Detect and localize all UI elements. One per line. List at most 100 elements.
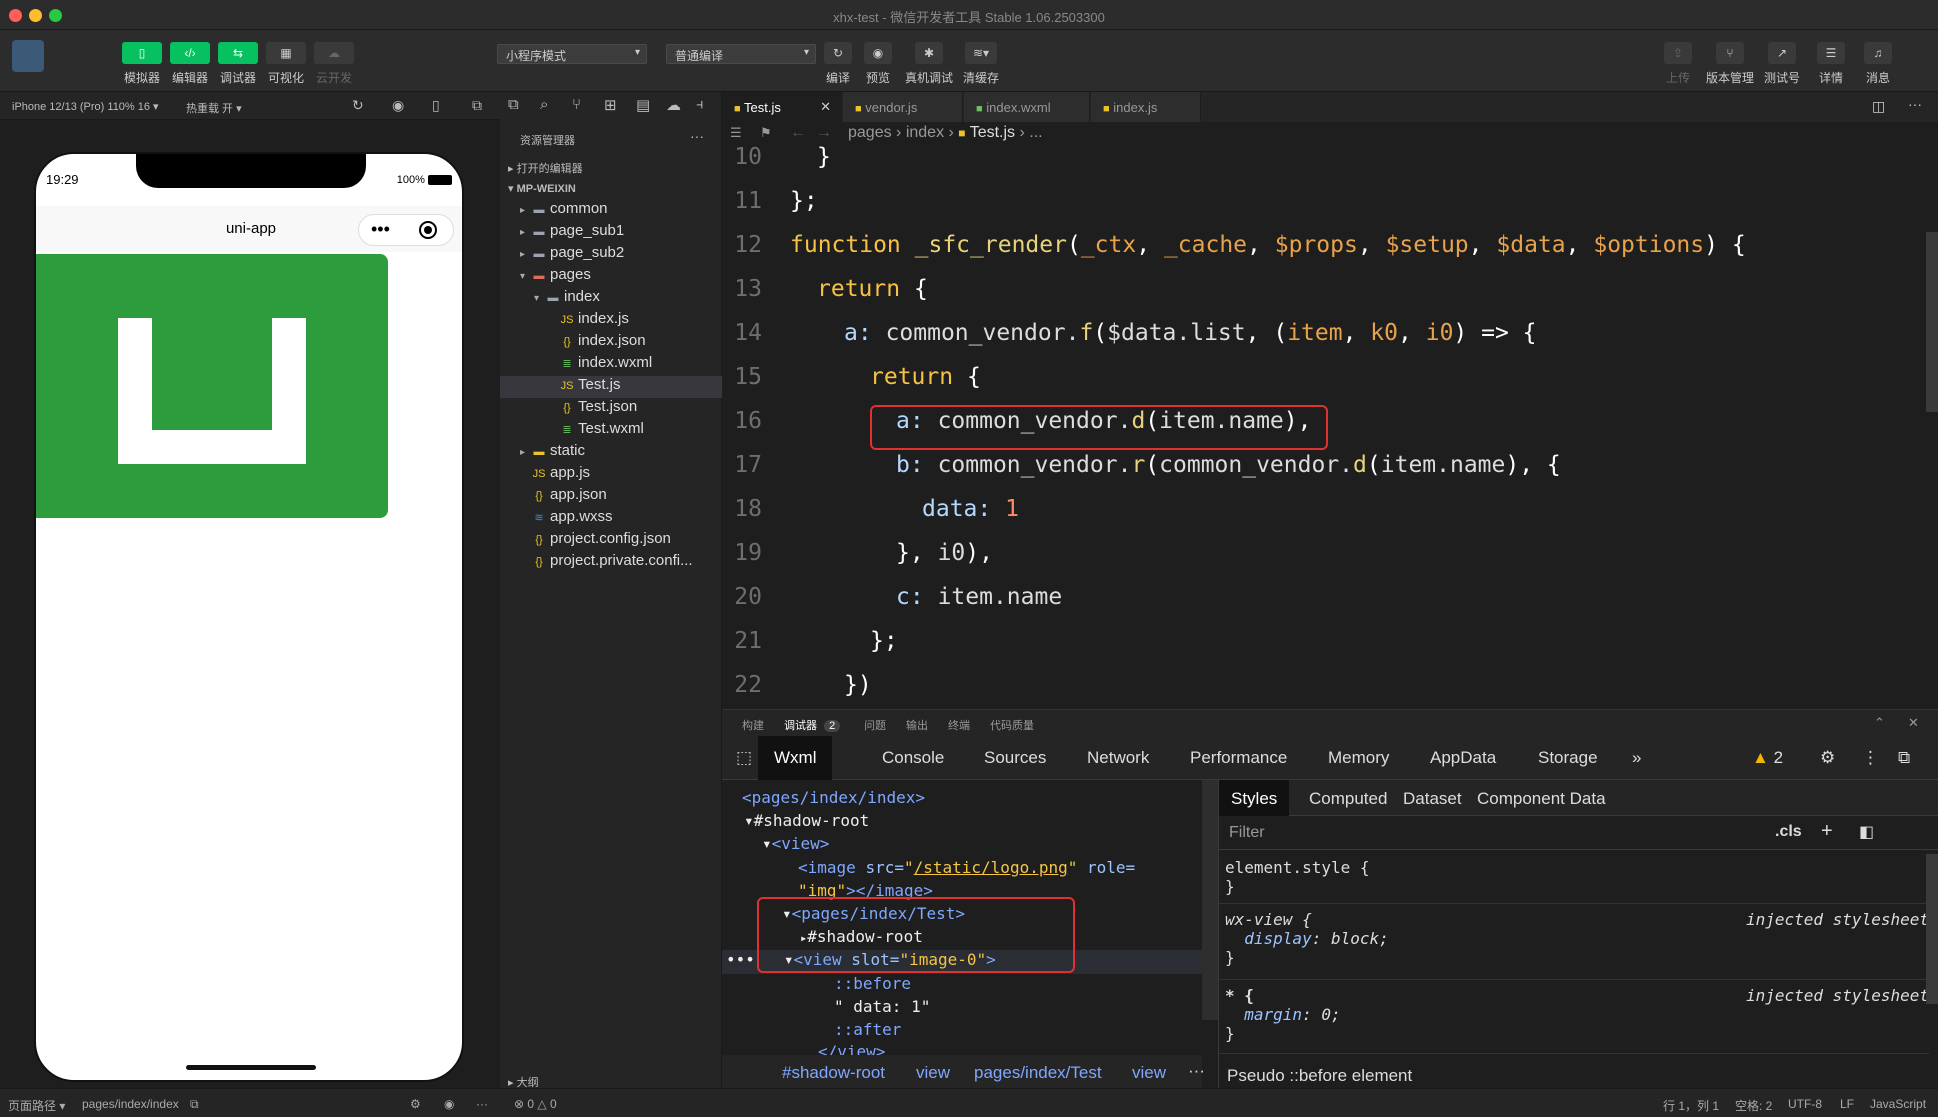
- add-rule-icon[interactable]: +: [1821, 820, 1833, 843]
- tree-item[interactable]: JS Test.js: [500, 376, 722, 398]
- tree-item[interactable]: {} Test.json: [500, 398, 722, 420]
- devtools-tab-wxml[interactable]: Wxml: [758, 736, 833, 780]
- upload-button[interactable]: ⇪ 上传: [1653, 42, 1703, 86]
- devtools-tab-storage[interactable]: Storage: [1538, 748, 1598, 768]
- storage-icon[interactable]: ▤: [636, 96, 650, 114]
- version-button[interactable]: ⑂ 版本管理: [1705, 42, 1755, 86]
- wxml-node[interactable]: ::before: [834, 974, 911, 998]
- style-rule-wx-view[interactable]: wx-view {injected stylesheet display: bl…: [1219, 906, 1929, 980]
- popout-icon[interactable]: ⧉: [472, 97, 482, 114]
- style-rule-element[interactable]: element.style { }: [1219, 854, 1929, 904]
- language-mode[interactable]: JavaScript: [1870, 1097, 1926, 1111]
- breadcrumb-item[interactable]: pages: [848, 124, 892, 141]
- tree-item[interactable]: ▸ ▬ page_sub2: [500, 244, 722, 266]
- tree-item[interactable]: ▸ ▬ page_sub1: [500, 222, 722, 244]
- tree-item[interactable]: ▸ ▬ common: [500, 200, 722, 222]
- styles-tab-styles[interactable]: Styles: [1219, 780, 1290, 816]
- toggle-sidebar-icon[interactable]: ◧: [1859, 822, 1874, 842]
- bookmark-icon[interactable]: ⚑: [760, 125, 772, 141]
- tree-item[interactable]: {} app.json: [500, 486, 722, 508]
- kebab-menu-icon[interactable]: ⋮: [1862, 748, 1879, 768]
- simulator-button[interactable]: ▯ 模拟器: [117, 42, 167, 86]
- wxml-crumb[interactable]: #shadow-root: [782, 1063, 885, 1083]
- collapse-panel-icon[interactable]: ⌃: [1874, 715, 1885, 731]
- problems-indicator[interactable]: ⊗ 0 △ 0: [514, 1097, 557, 1111]
- phone-icon[interactable]: ▯: [432, 97, 440, 114]
- mode-select[interactable]: 小程序模式: [497, 44, 647, 64]
- warnings-count[interactable]: ▲ 2: [1752, 748, 1783, 768]
- inspect-element-icon[interactable]: ⬚: [736, 748, 752, 768]
- visual-button[interactable]: ▦ 可视化: [261, 42, 311, 86]
- breadcrumb-item[interactable]: ...: [1029, 124, 1042, 141]
- debugger-button[interactable]: ⇆ 调试器: [213, 42, 263, 86]
- editor-button[interactable]: ‹/› 编辑器: [165, 42, 215, 86]
- panel-tab-debugger[interactable]: 调试器 2: [784, 717, 841, 733]
- tree-item[interactable]: ≣ Test.wxml: [500, 420, 722, 442]
- wxml-node[interactable]: </view>: [818, 1042, 885, 1055]
- rotate-icon[interactable]: ↻: [352, 97, 364, 114]
- extensions-icon[interactable]: ⊞: [604, 96, 617, 114]
- search-icon[interactable]: ⌕: [540, 96, 548, 113]
- devtools-tab-memory[interactable]: Memory: [1328, 748, 1389, 768]
- wxml-node[interactable]: ▾<view>: [762, 834, 829, 858]
- more-crumbs-icon[interactable]: ···: [1188, 1061, 1205, 1081]
- tab-index-js[interactable]: ■ index.js: [1091, 92, 1201, 122]
- wxml-node[interactable]: ▾#shadow-root: [744, 811, 869, 835]
- tree-item[interactable]: JS index.js: [500, 310, 722, 332]
- cursor-position[interactable]: 行 1，列 1: [1663, 1097, 1719, 1114]
- panel-tab-build[interactable]: 构建: [742, 717, 764, 733]
- style-rule-universal[interactable]: * {injected stylesheet margin: 0; }: [1219, 982, 1929, 1054]
- split-editor-icon[interactable]: ◫: [1872, 98, 1885, 115]
- settings-icon[interactable]: ⚙: [1820, 748, 1835, 768]
- breadcrumb-item[interactable]: index: [906, 124, 944, 141]
- details-button[interactable]: ☰ 详情: [1806, 42, 1856, 86]
- styles-filter-input[interactable]: Filter: [1229, 824, 1265, 842]
- test-account-button[interactable]: ↗ 测试号: [1757, 42, 1807, 86]
- indentation[interactable]: 空格: 2: [1735, 1097, 1772, 1114]
- open-editors-section[interactable]: ▸ 打开的编辑器: [508, 160, 583, 176]
- devtools-tab-appdata[interactable]: AppData: [1430, 748, 1496, 768]
- avatar[interactable]: [12, 40, 44, 72]
- tree-item[interactable]: ≣ index.wxml: [500, 354, 722, 376]
- page-path-label[interactable]: 页面路径 ▾: [8, 1097, 65, 1114]
- more-icon[interactable]: ···: [476, 1097, 488, 1111]
- dock-icon[interactable]: ⧉: [1898, 748, 1910, 768]
- tree-item[interactable]: {} index.json: [500, 332, 722, 354]
- capsule-menu[interactable]: •••: [358, 214, 454, 246]
- cloud-dev-button[interactable]: ☁ 云开发: [309, 42, 359, 86]
- more-tabs-icon[interactable]: »: [1632, 748, 1641, 768]
- devtools-tab-console[interactable]: Console: [882, 748, 944, 768]
- real-device-debug-button[interactable]: ✱ 真机调试: [904, 42, 954, 86]
- wxml-crumb[interactable]: view: [916, 1063, 950, 1083]
- tree-item[interactable]: JS app.js: [500, 464, 722, 486]
- tree-item[interactable]: {} project.config.json: [500, 530, 722, 552]
- styles-tab-dataset[interactable]: Dataset: [1403, 789, 1462, 809]
- tree-item[interactable]: ▾ ▬ pages: [500, 266, 722, 288]
- styles-tab-component-data[interactable]: Component Data: [1477, 789, 1606, 809]
- panel-tab-code-quality[interactable]: 代码质量: [990, 717, 1034, 733]
- line-ending[interactable]: LF: [1840, 1097, 1854, 1111]
- compile-select[interactable]: 普通编译: [666, 44, 816, 64]
- panel-tab-problems[interactable]: 问题: [864, 717, 886, 733]
- cloud-icon[interactable]: ☁: [666, 96, 681, 114]
- wxml-crumb[interactable]: pages/index/Test: [974, 1063, 1102, 1083]
- tree-item[interactable]: ▾ ▬ index: [500, 288, 722, 310]
- close-mini-program-icon[interactable]: [419, 221, 437, 239]
- tree-item[interactable]: ▸ ▬ static: [500, 442, 722, 464]
- git-icon[interactable]: ⑂: [572, 96, 581, 113]
- explorer-more-icon[interactable]: ···: [690, 128, 704, 144]
- devtools-tab-network[interactable]: Network: [1087, 748, 1149, 768]
- split-icon[interactable]: ⫞: [696, 96, 704, 113]
- hot-reload-toggle[interactable]: 热重载 开 ▾: [186, 100, 242, 116]
- editor-more-icon[interactable]: ···: [1908, 96, 1922, 112]
- close-panel-icon[interactable]: ✕: [1908, 715, 1919, 731]
- more-icon[interactable]: •••: [371, 219, 390, 240]
- tab-index-wxml[interactable]: ■ index.wxml: [964, 92, 1090, 122]
- messages-button[interactable]: ♫ 消息: [1853, 42, 1903, 86]
- copy-icon[interactable]: ⧉: [190, 1097, 199, 1112]
- wxml-node[interactable]: " data: 1": [834, 997, 930, 1021]
- device-select[interactable]: iPhone 12/13 (Pro) 110% 16 ▾: [12, 100, 159, 113]
- styles-scrollbar[interactable]: [1926, 854, 1938, 1004]
- wxml-node[interactable]: ::after: [834, 1020, 901, 1044]
- project-root[interactable]: ▾ MP-WEIXIN: [508, 182, 576, 195]
